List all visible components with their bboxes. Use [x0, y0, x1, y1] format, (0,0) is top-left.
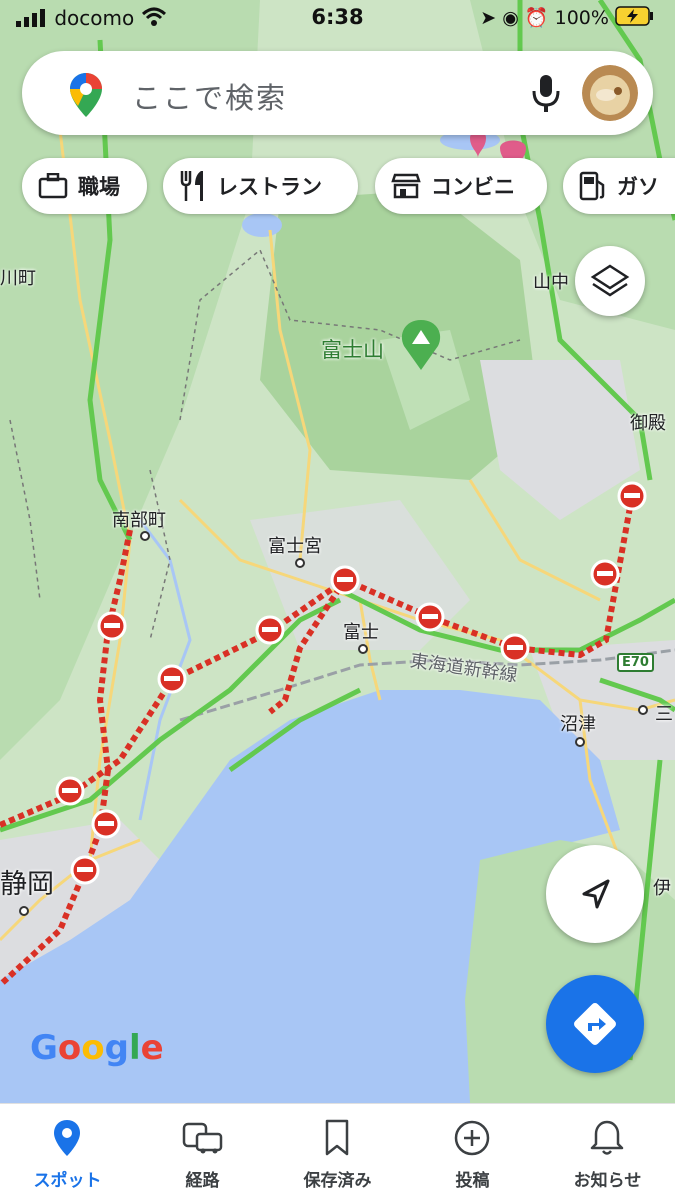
tab-commute[interactable]: 経路: [135, 1104, 270, 1201]
route-shield-e70: E70: [617, 653, 654, 672]
chip-convenience-store-label: コンビニ: [431, 175, 515, 199]
convenience-store-icon: [391, 173, 421, 199]
location-pin-icon: [46, 1118, 88, 1162]
microphone-icon[interactable]: [531, 75, 561, 117]
restaurant-icon: [180, 171, 203, 201]
tab-explore-label: スポット: [33, 1171, 102, 1191]
my-location-button[interactable]: [546, 845, 644, 943]
search-input[interactable]: ここで検索: [132, 75, 287, 117]
location-arrow-icon: ➤: [480, 7, 497, 29]
search-bar[interactable]: ここで検索: [22, 51, 653, 135]
chip-gas-station-label: ガソ: [617, 175, 659, 199]
google-maps-logo-icon: [70, 73, 102, 121]
map-label-numazu[interactable]: 沼津: [560, 710, 596, 736]
tab-explore[interactable]: スポット: [0, 1104, 135, 1201]
battery-charging-icon: [615, 6, 655, 31]
battery-percent: 100%: [554, 7, 609, 29]
map-label-fujinomiya[interactable]: 富士宮: [268, 532, 322, 558]
directions-icon: [574, 1003, 616, 1045]
alarm-icon: ⏰: [524, 7, 549, 29]
map-label-nanbu[interactable]: 南部町: [112, 506, 166, 532]
directions-button[interactable]: [546, 975, 644, 1073]
tab-updates-label: お知らせ: [573, 1171, 642, 1191]
chip-convenience-store[interactable]: コンビニ: [375, 158, 547, 214]
tab-saved[interactable]: 保存済み: [270, 1104, 405, 1201]
gas-station-icon: [579, 171, 605, 201]
bookmark-icon: [316, 1118, 358, 1162]
chip-work-label: 職場: [78, 175, 120, 199]
tab-contribute-label: 投稿: [455, 1171, 490, 1191]
map-label-gotemba[interactable]: 御殿: [630, 409, 666, 435]
tab-commute-label: 経路: [185, 1171, 220, 1191]
map-label-mt-fuji[interactable]: 富士山: [321, 334, 384, 364]
map-label-izu[interactable]: 伊: [653, 874, 671, 900]
tab-saved-label: 保存済み: [303, 1171, 372, 1191]
briefcase-icon: [38, 173, 68, 199]
bell-icon: [586, 1118, 628, 1162]
add-circle-icon: [451, 1118, 493, 1162]
map-label-shizuoka[interactable]: 静岡: [0, 862, 54, 901]
lock-rotation-icon: ◉: [502, 7, 519, 29]
account-avatar[interactable]: [582, 65, 638, 121]
map-label-yamanaka[interactable]: 山中: [533, 268, 569, 294]
tab-updates[interactable]: お知らせ: [540, 1104, 675, 1201]
map-label-mishima[interactable]: 三: [655, 700, 673, 726]
chip-restaurant-label: レストラン: [217, 175, 322, 199]
layers-button[interactable]: [575, 246, 645, 316]
status-bar: docomo 6:38 ➤ ◉ ⏰ 100%: [0, 0, 675, 40]
chip-restaurant[interactable]: レストラン: [163, 158, 358, 214]
chip-gas-station[interactable]: ガソ: [563, 158, 675, 214]
navigation-arrow-icon: [582, 879, 610, 909]
google-watermark: Google: [30, 1028, 164, 1068]
map-label-fuji[interactable]: 富士: [343, 618, 379, 644]
car-bus-icon: [181, 1118, 223, 1162]
bottom-navigation: スポット 経路 保存済み 投稿 お知らせ: [0, 1103, 675, 1201]
chip-work[interactable]: 職場: [22, 158, 147, 214]
tab-contribute[interactable]: 投稿: [405, 1104, 540, 1201]
layers-icon: [590, 264, 630, 297]
map-label-kawa[interactable]: 川町: [0, 264, 36, 290]
